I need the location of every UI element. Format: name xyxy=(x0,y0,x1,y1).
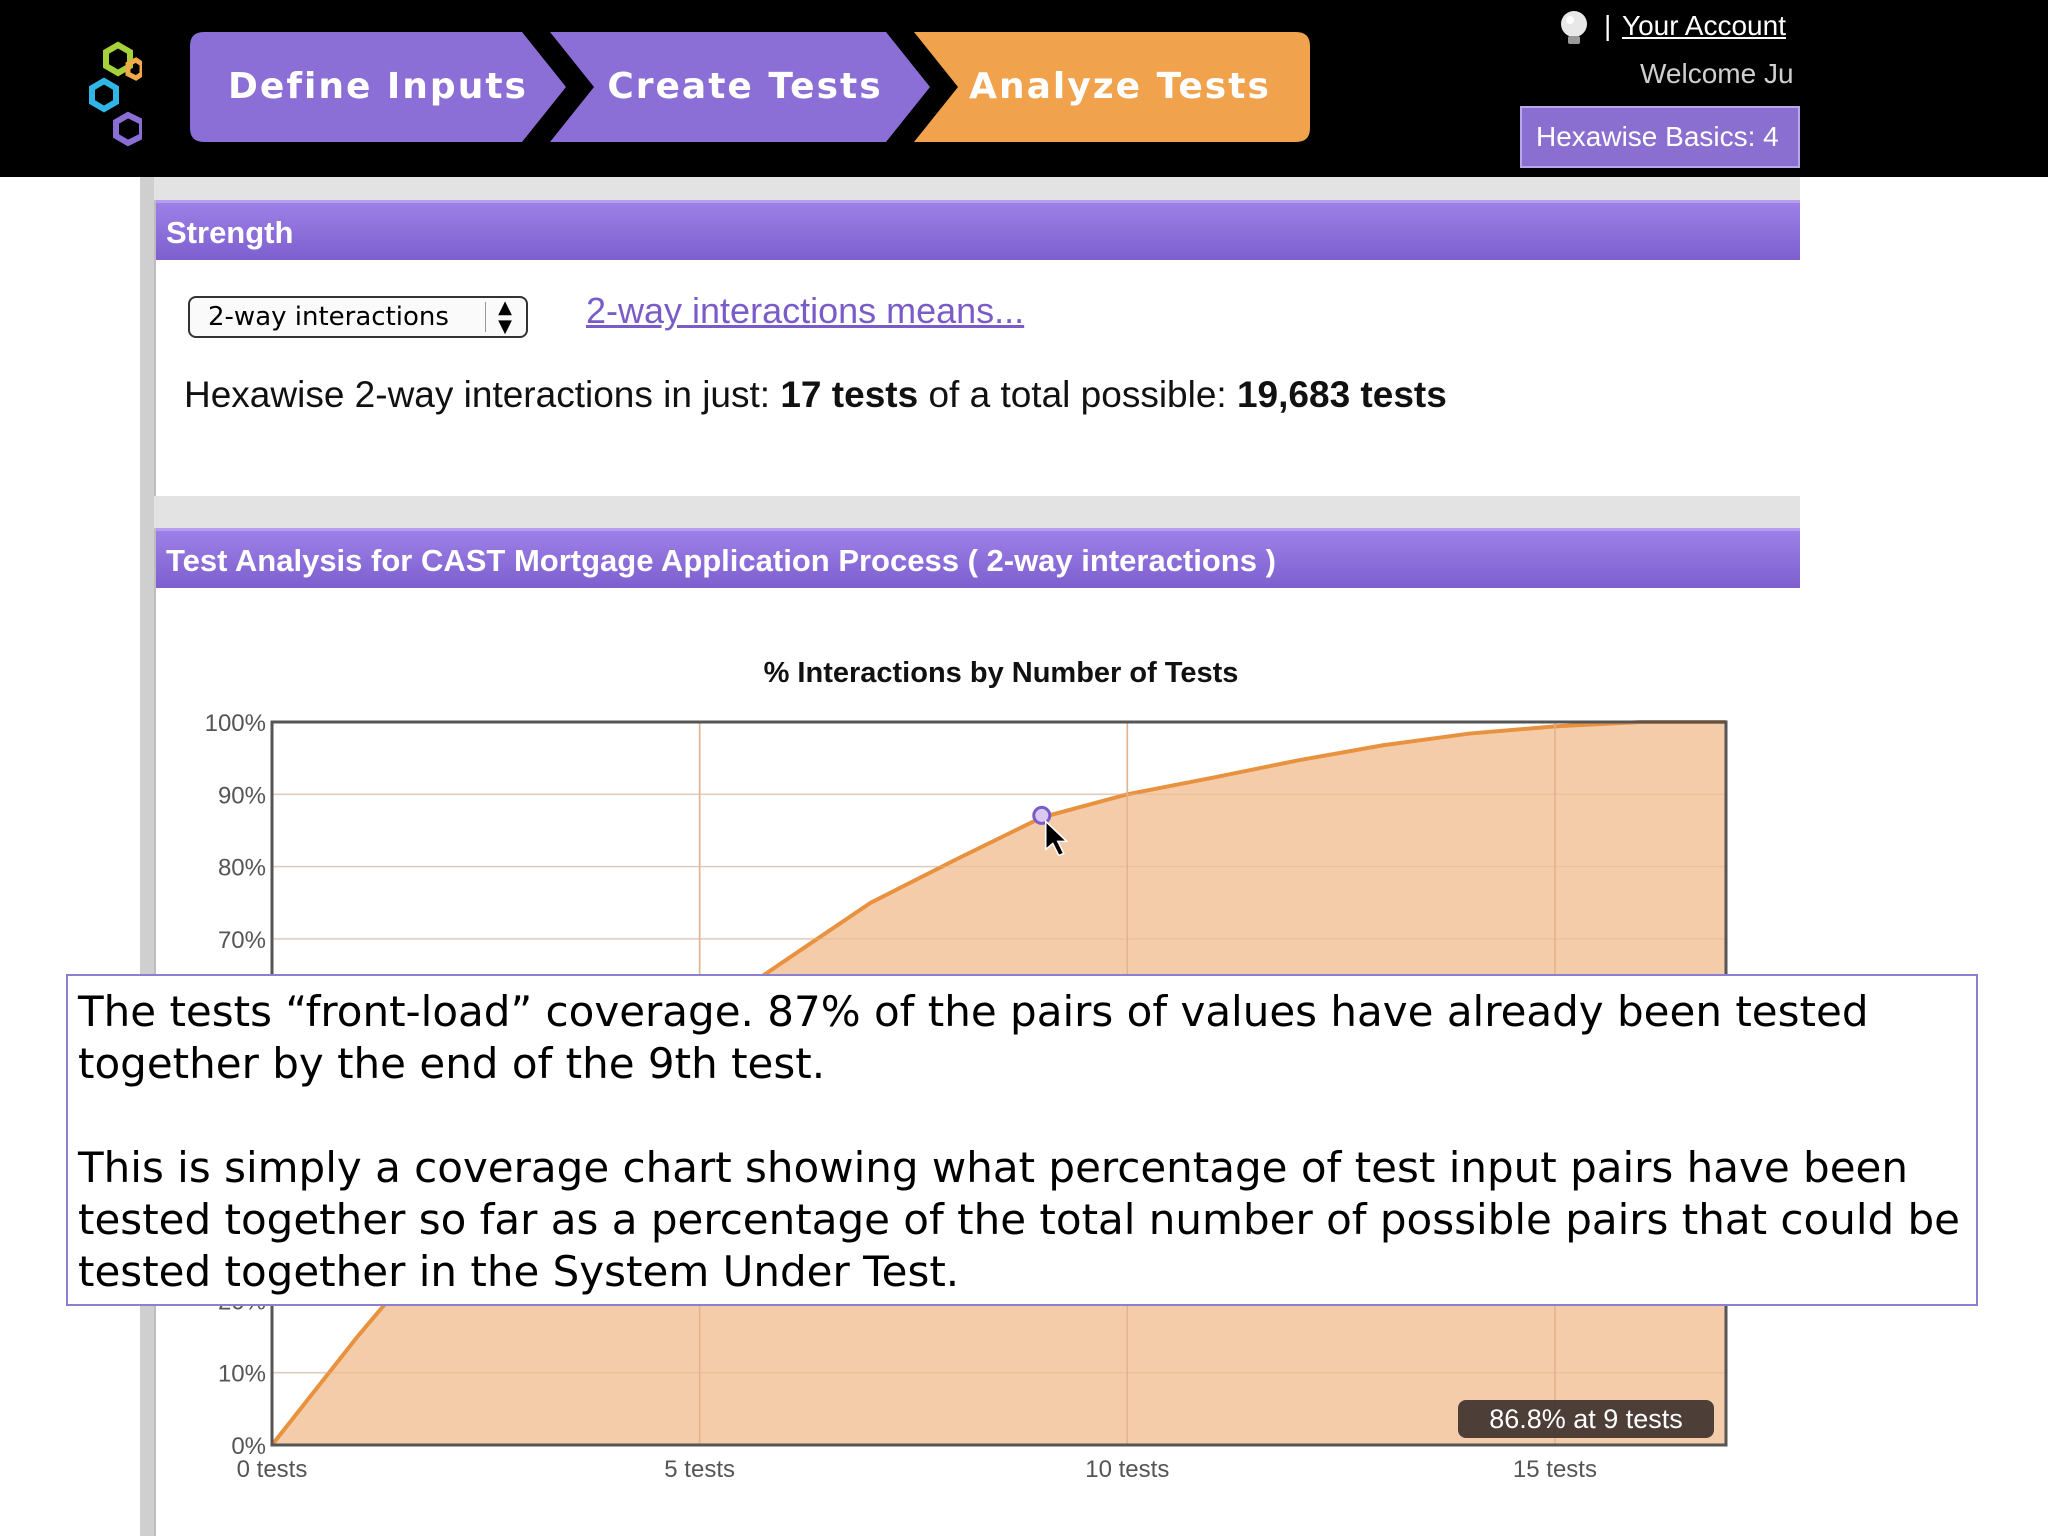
y-tick-label: 70% xyxy=(218,927,266,954)
x-tick-label: 0 tests xyxy=(237,1456,308,1483)
y-tick-label: 100% xyxy=(205,710,266,737)
caption-paragraph-1: The tests “front-load” coverage. 87% of … xyxy=(78,987,1869,1088)
x-tick-label: 10 tests xyxy=(1085,1456,1169,1483)
y-tick-label: 10% xyxy=(218,1361,266,1388)
y-tick-label: 90% xyxy=(218,782,266,809)
chart-tooltip: 86.8% at 9 tests xyxy=(1458,1400,1714,1438)
x-tick-label: 15 tests xyxy=(1513,1456,1597,1483)
highlight-point xyxy=(1032,805,1052,825)
caption-paragraph-2: This is simply a coverage chart showing … xyxy=(78,1143,1961,1296)
chart-title: % Interactions by Number of Tests xyxy=(764,657,1239,689)
tooltip-text: 86.8% at 9 tests xyxy=(1489,1404,1683,1434)
caption-overlay: The tests “front-load” coverage. 87% of … xyxy=(66,974,1978,1306)
y-tick-label: 80% xyxy=(218,855,266,882)
x-tick-label: 5 tests xyxy=(664,1456,735,1483)
